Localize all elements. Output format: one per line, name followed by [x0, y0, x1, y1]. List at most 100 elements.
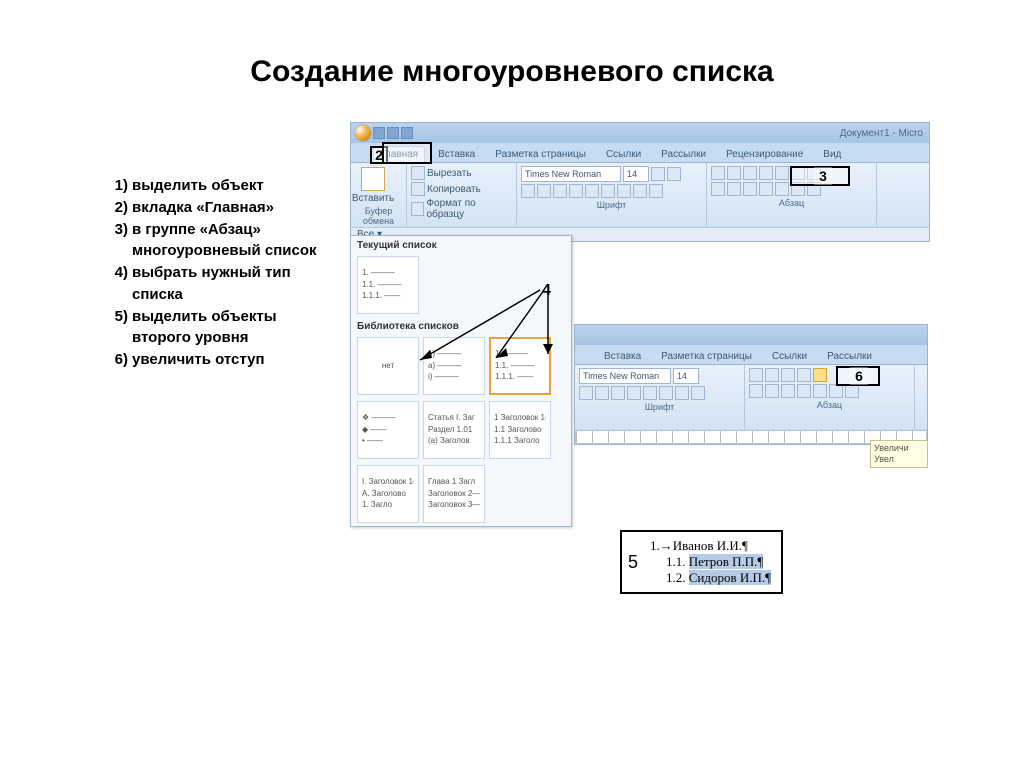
numbering-icon[interactable] [727, 166, 741, 180]
tab-view[interactable]: Вид [816, 146, 848, 162]
italic-icon-2[interactable] [595, 386, 609, 400]
align-left-icon[interactable] [711, 182, 725, 196]
dd-line: нет [362, 361, 414, 371]
dd-item-6[interactable]: I. Заголовок 1— A. Заголово 1. Загло [357, 465, 419, 523]
al-l-icon-2[interactable] [749, 384, 763, 398]
tab2-references[interactable]: Ссылки [765, 348, 814, 364]
sample-num: 1.1. [666, 554, 686, 569]
ls-icon-2[interactable] [813, 384, 827, 398]
strike-icon[interactable] [569, 184, 583, 198]
dd-line: 1.1 Заголово [494, 425, 546, 435]
dd-item-2-selected[interactable]: 1. ——— 1.1. ——— 1.1.1. —— [489, 337, 551, 395]
strike-icon-2[interactable] [627, 386, 641, 400]
format-painter-icon[interactable] [411, 202, 424, 216]
justify-icon[interactable] [759, 182, 773, 196]
font-color-icon[interactable] [649, 184, 663, 198]
sample-line-1: 1.→Иванов И.И.¶ [650, 538, 771, 554]
dd-current-label: Текущий список [351, 236, 571, 253]
copy-label: Копировать [427, 184, 481, 195]
align-center-icon[interactable] [727, 182, 741, 196]
tab2-layout[interactable]: Разметка страницы [654, 348, 759, 364]
dd-line: 1. ——— [495, 349, 545, 359]
font-size-select[interactable]: 14 [623, 166, 649, 182]
copy-icon[interactable] [411, 182, 425, 196]
office-button[interactable] [355, 125, 371, 141]
hl-icon-2[interactable] [675, 386, 689, 400]
border-icon-2[interactable] [845, 384, 859, 398]
tab-review[interactable]: Рецензирование [719, 146, 810, 162]
grow-font-icon[interactable] [651, 167, 665, 181]
dd-item-5[interactable]: 1 Заголовок 1— 1.1 Заголово 1.1.1 Заголо [489, 401, 551, 459]
al-c-icon-2[interactable] [765, 384, 779, 398]
dd-line: 1.1.1. —— [495, 372, 545, 382]
dd-line: A. Заголово [362, 489, 414, 499]
dd-item-7[interactable]: Глава 1 Загл Заголовок 2— Заголовок 3— [423, 465, 485, 523]
instr-1: выделить объект [132, 175, 264, 197]
decrease-indent-icon[interactable] [759, 166, 773, 180]
bullets-icon[interactable] [711, 166, 725, 180]
tooltip-increase-indent: Увеличи Увел [870, 440, 928, 468]
numbering-icon-2[interactable] [765, 368, 779, 382]
multilevel-list-icon[interactable] [743, 166, 757, 180]
tab-layout[interactable]: Разметка страницы [488, 146, 593, 162]
dd-item-3[interactable]: ❖ ——— ◆ —— • —— [357, 401, 419, 459]
clear-format-icon[interactable] [617, 184, 631, 198]
instr-4: выбрать нужный тип списка [132, 262, 330, 306]
tab-insert[interactable]: Вставка [431, 146, 482, 162]
increase-indent-icon[interactable] [775, 166, 789, 180]
dd-line: ◆ —— [362, 425, 414, 435]
dd-line: I. Заголовок 1— [362, 477, 414, 487]
inc-indent-icon-2[interactable] [813, 368, 827, 382]
line-spacing-icon[interactable] [775, 182, 789, 196]
dd-item-none[interactable]: нет [357, 337, 419, 395]
shade-icon-2[interactable] [829, 384, 843, 398]
tab2-insert[interactable]: Вставка [597, 348, 648, 364]
callout-4: 4 [542, 282, 551, 300]
al-r-icon-2[interactable] [781, 384, 795, 398]
align-right-icon[interactable] [743, 182, 757, 196]
dec-indent-icon-2[interactable] [797, 368, 811, 382]
bullets-icon-2[interactable] [749, 368, 763, 382]
highlight-icon[interactable] [633, 184, 647, 198]
tab-references[interactable]: Ссылки [599, 146, 648, 162]
shrink-font-icon[interactable] [667, 167, 681, 181]
dd-line: 1.1.1 Заголо [494, 436, 546, 446]
italic-icon[interactable] [537, 184, 551, 198]
superscript-icon[interactable] [601, 184, 615, 198]
dd-item-4[interactable]: Статья I. Заг Раздел 1.01 (a) Заголов [423, 401, 485, 459]
callout-2-box [382, 142, 432, 164]
bold-icon-2[interactable] [579, 386, 593, 400]
font-group-label: Шрифт [521, 199, 702, 211]
save-icon[interactable] [373, 127, 385, 139]
dd-line: Заголовок 3— [428, 500, 480, 510]
redo-icon[interactable] [401, 127, 413, 139]
multilevel-icon-2[interactable] [781, 368, 795, 382]
paste-button[interactable]: Вставить [355, 165, 391, 205]
sample-text-selected: Петров П.П.¶ [689, 554, 764, 569]
dd-line: 1. Загло [362, 500, 414, 510]
dd-item-1[interactable]: 1) ——— a) ——— i) ——— [423, 337, 485, 395]
undo-icon[interactable] [387, 127, 399, 139]
color-icon-2[interactable] [691, 386, 705, 400]
dd-line: 1.1. ——— [495, 361, 545, 371]
font-size-select-2[interactable]: 14 [673, 368, 699, 384]
font-group-label-2: Шрифт [579, 401, 740, 413]
window-title: Документ1 - Micro [840, 128, 923, 139]
font-name-select[interactable]: Times New Roman [521, 166, 621, 182]
tab2-mailings[interactable]: Рассылки [820, 348, 879, 364]
dd-current-item[interactable]: 1. ——— 1.1. ——— 1.1.1. —— [357, 256, 419, 314]
subscript-icon[interactable] [585, 184, 599, 198]
font-name-select-2[interactable]: Times New Roman [579, 368, 671, 384]
tab-mailings[interactable]: Рассылки [654, 146, 713, 162]
al-j-icon-2[interactable] [797, 384, 811, 398]
underline-icon-2[interactable] [611, 386, 625, 400]
instr-2: вкладка «Главная» [132, 197, 274, 219]
cut-icon[interactable] [411, 166, 425, 180]
underline-icon[interactable] [553, 184, 567, 198]
callout-5: 5 [628, 552, 642, 573]
sub-icon-2[interactable] [643, 386, 657, 400]
sample-text-selected: Сидоров И.П.¶ [689, 570, 771, 585]
bold-icon[interactable] [521, 184, 535, 198]
sup-icon-2[interactable] [659, 386, 673, 400]
cut-label: Вырезать [427, 168, 471, 179]
